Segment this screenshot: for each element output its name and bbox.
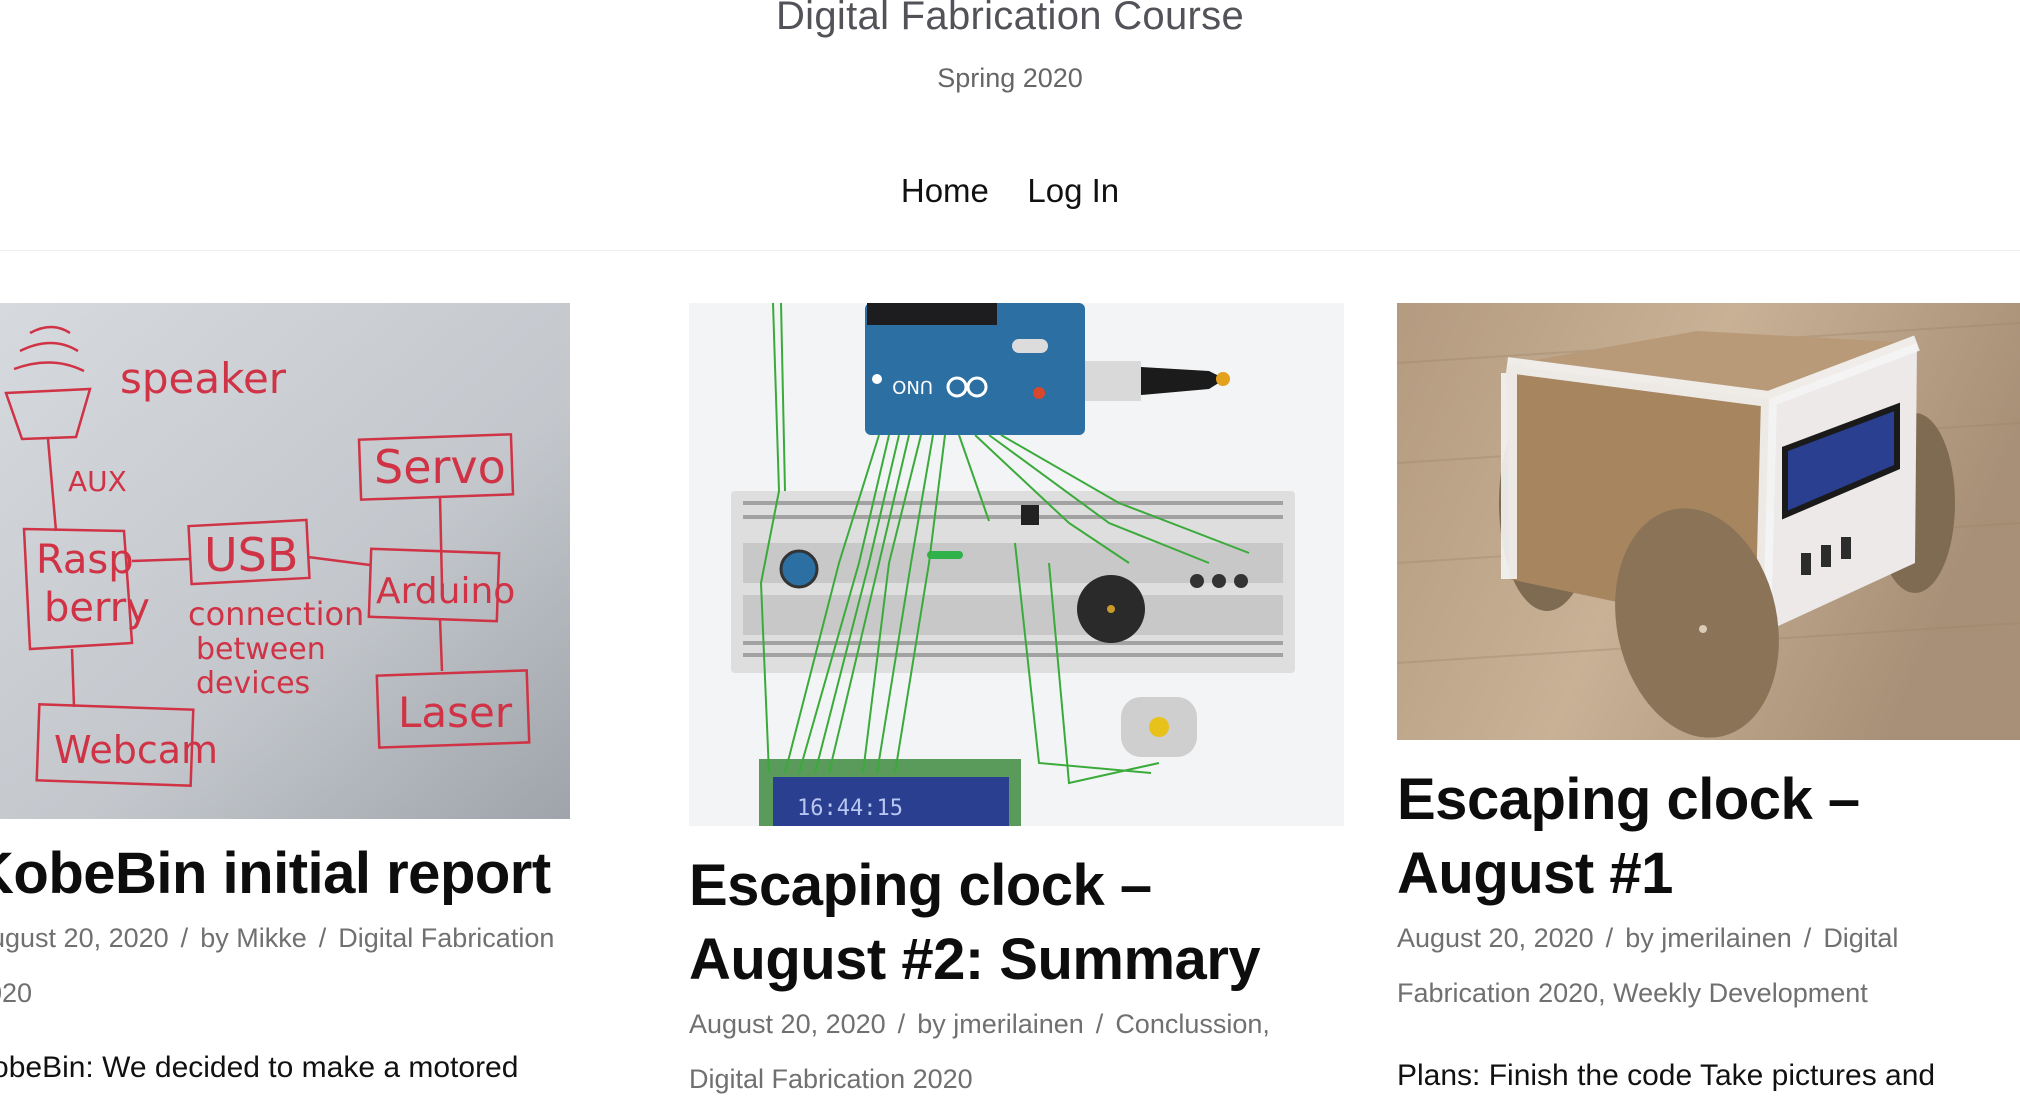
post-category-cont[interactable]: Digital Fabrication 2020 [689,1064,973,1094]
label-berry: berry [44,585,150,631]
post-author[interactable]: jmerilainen [953,1009,1084,1039]
label-aux: AUX [68,465,127,498]
cardboard-robot-image [1397,303,2020,740]
post-by-label: by [200,923,229,953]
label-rasp: Rasp [36,537,134,583]
post-date[interactable]: August 20, 2020 [0,923,169,953]
post-card: Escaping clock – August #1 August 20, 202… [1397,303,2020,1092]
label-servo: Servo [374,440,506,494]
label-laser: Laser [398,688,513,737]
post-category[interactable]: Conclussion, [1115,1009,1270,1039]
post-card: UNO 16:44:15 Escaping clock – August #2:… [689,303,1344,1094]
main-nav: Home Log In [0,172,2020,210]
whiteboard-diagram-image: speaker AUX Servo Rasp berry USB Arduino… [0,303,570,819]
label-between: between [196,632,326,667]
post-date[interactable]: August 20, 2020 [689,1009,886,1039]
post-by-label: by [1625,923,1654,953]
label-usb: USB [204,528,298,582]
post-category[interactable]: Digital Fabrication [338,923,554,953]
label-webcam: Webcam [54,728,218,772]
circuit-diagram-image: UNO 16:44:15 [689,303,1344,826]
post-title[interactable]: Escaping clock – August #1 [1397,763,2017,911]
post-thumbnail[interactable]: UNO 16:44:15 [689,303,1344,826]
post-category-cont[interactable]: Fabrication 2020, Weekly Development [1397,978,1868,1008]
post-author[interactable]: Mikke [236,923,307,953]
label-arduino: Arduino [376,571,515,612]
nav-login-link[interactable]: Log In [1027,172,1119,210]
post-meta: August 20, 2020/by Mikke/Digital Fabrica… [0,911,612,1021]
lcd-display-text: 16:44:15 [797,796,903,821]
svg-text:UNO: UNO [892,376,933,397]
post-body: KobeBin initial report August 20, 2020/b… [0,837,612,1085]
post-card: speaker AUX Servo Rasp berry USB Arduino… [0,303,612,1084]
post-date[interactable]: August 20, 2020 [1397,923,1594,953]
label-connection: connection [188,595,364,633]
label-speaker: speaker [120,354,287,403]
post-meta: August 20, 2020/by jmerilainen / Digital F… [1397,923,1899,1008]
post-author[interactable]: jmerilainen [1661,923,1792,953]
post-body: Escaping clock – August #1 August 20, 202… [1397,763,2017,1093]
post-thumbnail[interactable] [1397,303,2020,740]
post-by-label: by [917,1009,946,1039]
label-devices: devices [196,666,310,701]
post-meta: August 20, 2020/by jmerilainen / Conclussi… [689,1009,1270,1094]
post-title[interactable]: KobeBin initial report [0,837,612,911]
post-title[interactable]: Escaping clock – August #2: Summary [689,849,1344,997]
post-category[interactable]: Digital [1823,923,1898,953]
post-thumbnail[interactable]: speaker AUX Servo Rasp berry USB Arduino… [0,303,570,819]
site-header: Digital Fabrication Course Spring 2020 H… [0,0,2020,251]
post-body: Escaping clock – August #2: Summary Augus… [689,849,1344,1107]
site-title[interactable]: Digital Fabrication Course [0,0,2020,39]
nav-home-link[interactable]: Home [901,172,989,210]
post-excerpt: Plans: Finish the code Take pictures and [1397,1059,1936,1092]
post-category-cont[interactable]: 2020 [0,978,32,1008]
site-tagline: Spring 2020 [937,63,1083,93]
